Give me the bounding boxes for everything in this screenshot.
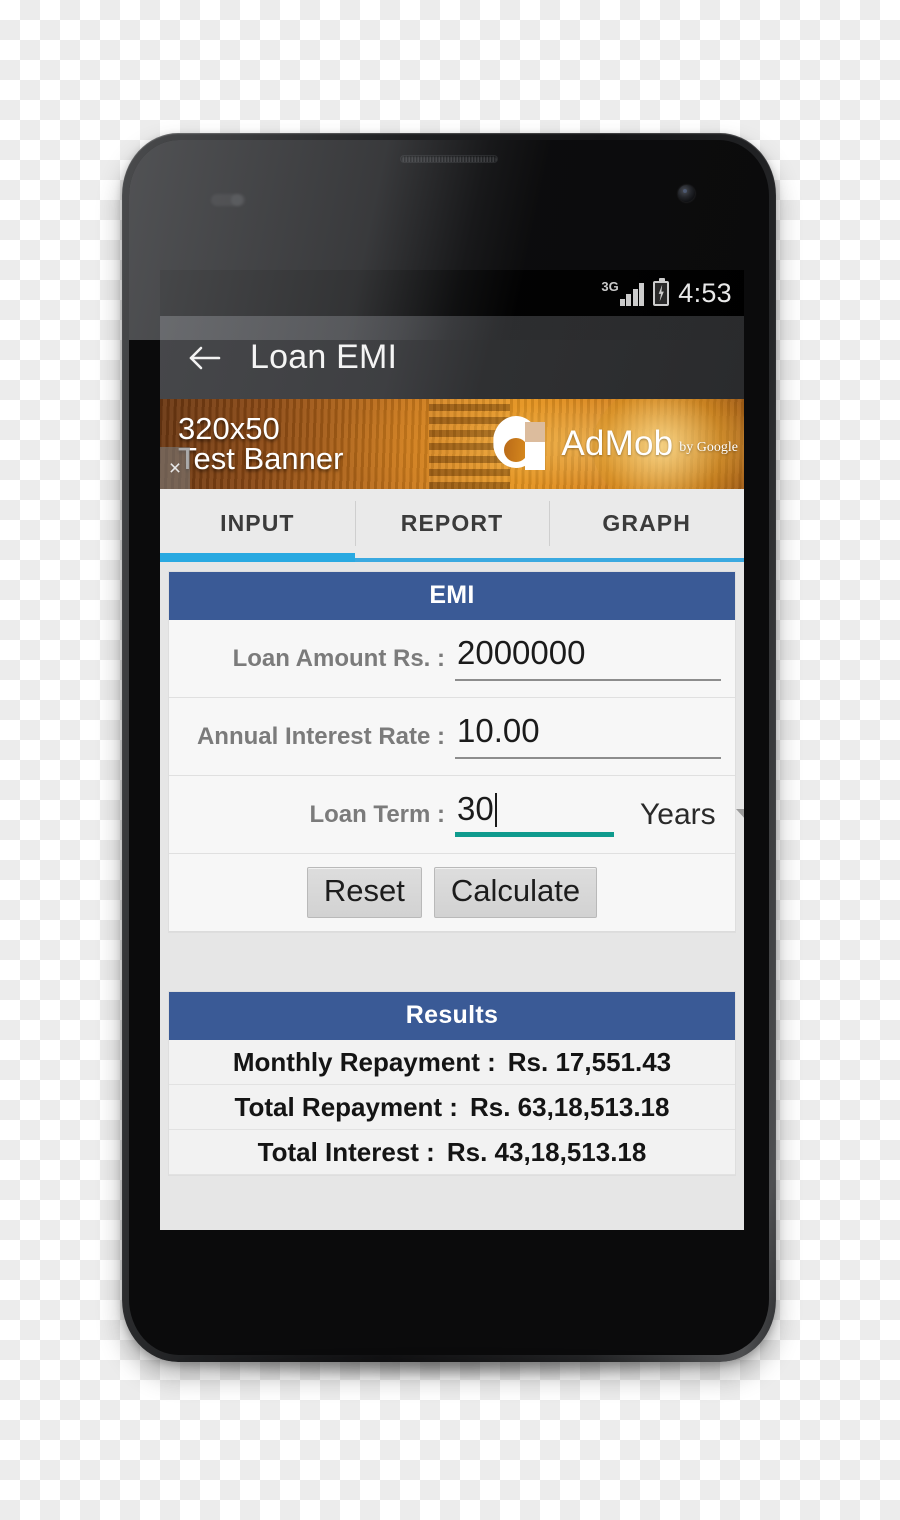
ad-banner-text: 320x50 Test Banner xyxy=(178,410,344,476)
status-bar-clock: 4:53 xyxy=(678,277,732,308)
total-repayment-value: Rs. 63,18,513.18 xyxy=(469,1091,670,1122)
emi-card: EMI Loan Amount Rs. : 2000000 Annual Int… xyxy=(168,571,744,933)
ad-banner[interactable]: 320x50 Test Banner AdMob by Google × xyxy=(160,399,744,489)
tab-input-label: INPUT xyxy=(220,510,295,536)
card-spacer xyxy=(168,933,736,991)
proximity-sensor-icon xyxy=(211,194,245,206)
chevron-down-icon xyxy=(735,808,744,821)
admob-logo-icon xyxy=(493,416,549,472)
form-button-row: Reset Calculate xyxy=(169,854,735,932)
loan-term-value: 30 xyxy=(457,790,494,827)
phone-screen-bezel: 3G 4:53 Loan EMI 320x50 Test Banner AdMo… xyxy=(129,140,769,1355)
total-interest-value: Rs. 43,18,513.18 xyxy=(446,1136,647,1167)
front-camera-icon xyxy=(678,185,695,202)
tab-report-label: REPORT xyxy=(400,510,504,536)
input-underline xyxy=(455,678,721,681)
text-cursor xyxy=(494,793,497,827)
network-type-label: 3G xyxy=(601,279,619,294)
total-repayment-row: Total Repayment : Rs. 63,18,513.18 xyxy=(169,1085,735,1130)
emi-card-header: EMI xyxy=(169,572,735,620)
input-tab-content: EMI Loan Amount Rs. : 2000000 Annual Int… xyxy=(160,562,744,1230)
admob-by-google-label: by Google xyxy=(679,440,738,455)
phone-display: 3G 4:53 Loan EMI 320x50 Test Banner AdMo… xyxy=(160,270,744,1230)
battery-charging-icon xyxy=(653,277,670,306)
total-interest-label: Total Interest : xyxy=(257,1136,435,1167)
page-title: Loan EMI xyxy=(250,338,398,376)
loan-amount-input[interactable]: 2000000 xyxy=(455,632,727,685)
app-bar: Loan EMI xyxy=(160,316,744,399)
earpiece-speaker-icon xyxy=(400,155,498,163)
loan-term-unit-dropdown[interactable]: Years xyxy=(640,798,744,832)
loan-amount-label: Loan Amount Rs. : xyxy=(232,644,445,672)
loan-term-row: Loan Term : 30 Years xyxy=(169,776,744,854)
loan-term-unit-label: Years xyxy=(640,797,716,831)
interest-rate-row: Annual Interest Rate : 10.00 xyxy=(169,698,735,776)
loan-amount-value: 2000000 xyxy=(457,634,586,672)
total-repayment-label: Total Repayment : xyxy=(234,1091,458,1122)
device-drop-shadow xyxy=(175,1352,723,1378)
results-card-header: Results xyxy=(169,992,735,1040)
admob-brand-label: AdMob xyxy=(561,424,674,463)
tab-bar: INPUT REPORT GRAPH xyxy=(160,489,744,562)
ad-brand-block: AdMob by Google xyxy=(493,416,738,472)
phone-device: 3G 4:53 Loan EMI 320x50 Test Banner AdMo… xyxy=(122,133,776,1362)
ad-size-label: 320x50 xyxy=(178,410,280,446)
total-interest-row: Total Interest : Rs. 43,18,513.18 xyxy=(169,1130,735,1175)
calculate-button[interactable]: Calculate xyxy=(433,867,598,918)
interest-rate-input[interactable]: 10.00 xyxy=(455,710,727,763)
loan-term-label: Loan Term : xyxy=(309,800,445,828)
results-card: Results Monthly Repayment : Rs. 17,551.4… xyxy=(168,991,736,1176)
signal-bars-icon: 3G xyxy=(601,279,645,306)
status-bar: 3G 4:53 xyxy=(160,270,744,316)
input-underline xyxy=(455,756,721,759)
monthly-repayment-row: Monthly Repayment : Rs. 17,551.43 xyxy=(169,1040,735,1085)
monthly-repayment-label: Monthly Repayment : xyxy=(232,1046,496,1077)
ad-test-label: Test Banner xyxy=(178,441,344,476)
close-icon[interactable]: × xyxy=(160,447,190,489)
tab-input[interactable]: INPUT xyxy=(160,489,355,562)
back-arrow-icon[interactable] xyxy=(188,343,222,373)
interest-rate-value: 10.00 xyxy=(457,712,540,750)
tab-graph-label: GRAPH xyxy=(602,510,691,536)
loan-amount-row: Loan Amount Rs. : 2000000 xyxy=(169,620,735,698)
reset-button[interactable]: Reset xyxy=(306,867,422,918)
tab-graph[interactable]: GRAPH xyxy=(549,489,744,558)
interest-rate-label: Annual Interest Rate : xyxy=(196,722,445,750)
tab-report[interactable]: REPORT xyxy=(354,489,550,558)
loan-term-input[interactable]: 30 xyxy=(455,788,630,841)
input-underline-focused xyxy=(455,832,614,837)
monthly-repayment-value: Rs. 17,551.43 xyxy=(507,1046,672,1077)
